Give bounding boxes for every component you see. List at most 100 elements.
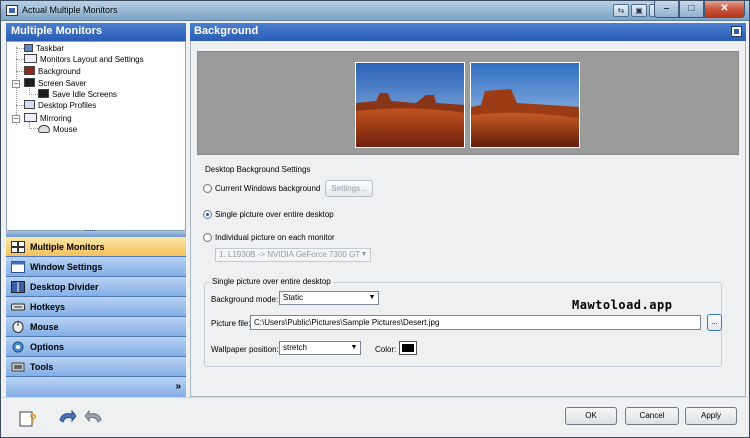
tree-item-label: Mouse — [53, 125, 78, 134]
wallpaper-position-label: Wallpaper position: — [211, 345, 279, 354]
desert-image — [356, 63, 464, 147]
redo-icon[interactable] — [85, 408, 105, 428]
nav-pane: Multiple Monitors Window Settings Deskto… — [6, 237, 186, 377]
settings-tree: Taskbar Monitors Layout and Settings Bac… — [6, 41, 186, 231]
tree-item-screen-saver[interactable]: Screen Saver — [24, 78, 86, 89]
right-panel-header: Background — [190, 23, 746, 41]
background-mode-select[interactable]: Static ▼ — [279, 291, 379, 305]
monitors-icon — [11, 241, 25, 253]
nav-label: Tools — [30, 362, 54, 372]
nav-label: Multiple Monitors — [30, 242, 105, 252]
help-icon[interactable]: ? — [18, 408, 38, 428]
apply-button[interactable]: Apply — [685, 407, 737, 425]
monitor-icon[interactable]: ▣ — [631, 4, 647, 17]
picture-file-input[interactable]: C:\Users\Public\Pictures\Sample Pictures… — [250, 315, 701, 330]
nav-desktop-divider[interactable]: Desktop Divider — [6, 277, 186, 297]
tree-guide — [16, 71, 24, 72]
nav-multiple-monitors[interactable]: Multiple Monitors — [6, 237, 186, 257]
chevron-down-icon: ▼ — [360, 251, 368, 258]
screen-saver-icon — [24, 78, 35, 87]
monitor-2-preview[interactable] — [470, 62, 580, 148]
minimize-button[interactable]: – — [654, 1, 679, 18]
page-title: Background — [194, 25, 259, 37]
pin-icon[interactable]: ⇆ — [613, 4, 629, 17]
wallpaper-position-select[interactable]: stretch ▼ — [279, 341, 361, 355]
tree-item-label: Desktop Profiles — [38, 101, 97, 110]
tree-item-monitors-layout[interactable]: Monitors Layout and Settings — [24, 54, 144, 65]
panel-options-icon[interactable] — [731, 26, 742, 37]
undo-icon[interactable] — [56, 408, 76, 428]
nav-tools[interactable]: Tools — [6, 357, 186, 377]
single-picture-group-title: Single picture over entire desktop — [210, 277, 333, 286]
monitor-1-preview[interactable] — [355, 62, 465, 148]
tree-item-label: Background — [38, 67, 81, 76]
background-mode-value: Static — [283, 293, 304, 302]
collapse-screen-saver-icon[interactable]: − — [12, 80, 20, 88]
profiles-icon — [24, 100, 35, 109]
collapse-mirroring-icon[interactable]: − — [12, 115, 20, 123]
tree-item-mouse[interactable]: Mouse — [38, 124, 77, 135]
color-label: Color: — [375, 345, 397, 354]
radio-current-windows-background[interactable] — [203, 184, 212, 193]
tree-guide — [16, 105, 24, 106]
ok-button[interactable]: OK — [565, 407, 617, 425]
option-current-label: Current Windows background — [215, 184, 321, 193]
picture-file-label: Picture file: — [211, 319, 251, 328]
tree-item-background[interactable]: Background — [24, 66, 81, 77]
maximize-button[interactable]: □ — [679, 1, 704, 18]
tree-item-taskbar[interactable]: Taskbar — [24, 43, 64, 54]
mirroring-icon — [24, 113, 37, 122]
radio-single-picture[interactable] — [203, 210, 212, 219]
idle-screen-icon — [38, 89, 49, 98]
tree-guide — [29, 94, 38, 95]
svg-text:?: ? — [29, 411, 37, 426]
watermark-text: Mawtoload.app — [572, 298, 673, 312]
mouse-icon — [12, 321, 24, 333]
nav-label: Hotkeys — [30, 302, 66, 312]
nav-label: Options — [30, 342, 64, 352]
tools-icon — [11, 362, 25, 372]
option-single-label: Single picture over entire desktop — [215, 210, 334, 219]
background-mode-label: Background mode: — [211, 295, 279, 304]
tree-guide — [16, 59, 24, 60]
nav-options[interactable]: Options — [6, 337, 186, 357]
nav-overflow-bar: » — [6, 377, 186, 397]
nav-label: Window Settings — [30, 262, 103, 272]
title-bar[interactable]: Actual Multiple Monitors ⇆ ▣ ◎ ⇔ – □ ✕ — [1, 1, 749, 21]
divider-icon — [11, 281, 25, 293]
tree-item-desktop-profiles[interactable]: Desktop Profiles — [24, 100, 96, 111]
monitor-select[interactable]: 1. L1930B -> NVIDIA GeForce 7300 GT ▼ — [215, 248, 371, 262]
mouse-icon — [38, 125, 50, 133]
monitors-icon — [24, 54, 37, 63]
tree-item-label: Taskbar — [36, 44, 65, 53]
monitor-select-value: 1. L1930B -> NVIDIA GeForce 7300 GT — [219, 250, 361, 259]
window-title: Actual Multiple Monitors — [22, 5, 118, 15]
tree-item-label: Monitors Layout and Settings — [40, 55, 144, 64]
color-picker[interactable] — [399, 341, 417, 355]
desert-image — [471, 63, 579, 147]
tree-item-save-idle-screens[interactable]: Save Idle Screens — [38, 89, 117, 100]
nav-mouse[interactable]: Mouse — [6, 317, 186, 337]
chevron-right-icon[interactable]: » — [175, 381, 181, 392]
nav-label: Desktop Divider — [30, 282, 99, 292]
chevron-down-icon: ▼ — [368, 294, 376, 301]
cancel-button[interactable]: Cancel — [625, 407, 679, 425]
nav-hotkeys[interactable]: Hotkeys — [6, 297, 186, 317]
options-icon — [12, 341, 24, 353]
nav-window-settings[interactable]: Window Settings — [6, 257, 186, 277]
tree-guide — [16, 48, 24, 49]
nav-label: Mouse — [30, 322, 59, 332]
option-individual-label: Individual picture on each monitor — [215, 233, 335, 242]
app-icon — [6, 5, 18, 16]
browse-button[interactable]: ... — [707, 314, 722, 331]
window-icon — [11, 261, 25, 273]
taskbar-icon — [24, 44, 33, 52]
settings-button[interactable]: Settings... — [325, 180, 373, 197]
app-window: Actual Multiple Monitors ⇆ ▣ ◎ ⇔ – □ ✕ M… — [0, 0, 750, 438]
left-panel-header: Multiple Monitors — [6, 23, 186, 41]
tree-item-label: Mirroring — [40, 114, 72, 123]
close-button[interactable]: ✕ — [704, 1, 745, 18]
radio-individual-picture[interactable] — [203, 233, 212, 242]
tree-item-mirroring[interactable]: Mirroring — [24, 113, 72, 124]
wallpaper-position-value: stretch — [283, 343, 308, 352]
